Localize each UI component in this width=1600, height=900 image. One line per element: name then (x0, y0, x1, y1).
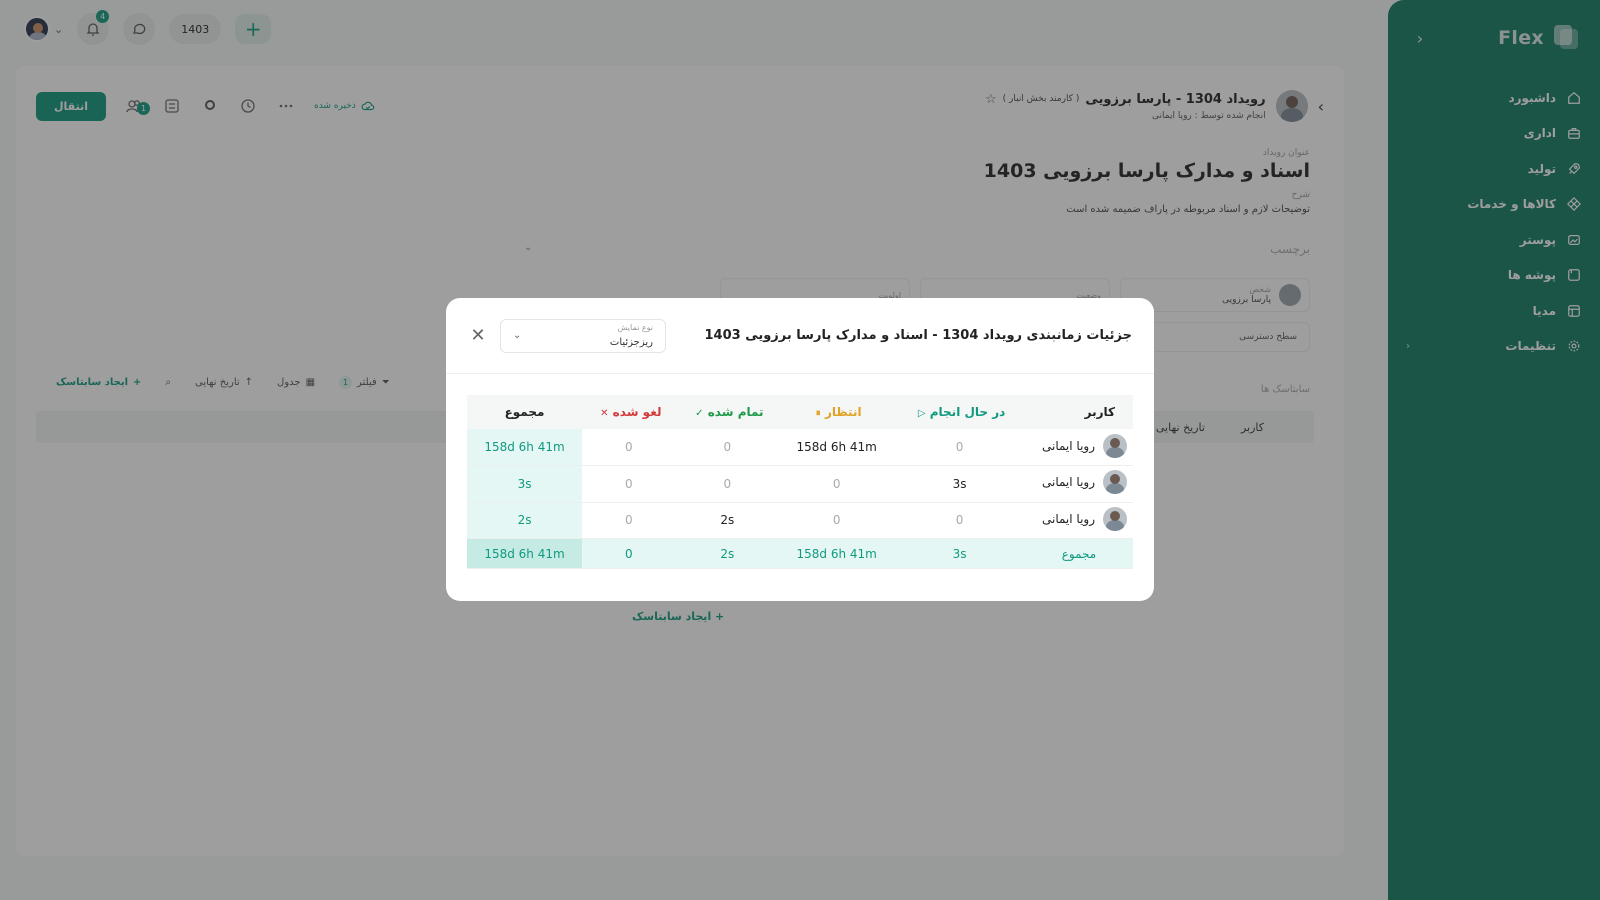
col-done-label: تمام شده (707, 405, 764, 419)
check-icon: ✓ (695, 408, 704, 419)
table-header-row: کاربر در حال انجام ▷ انتظار ⏸ تمام شده ✓… (467, 395, 1133, 429)
row-user-name: رویا ایمانی (1041, 438, 1095, 453)
col-in-progress-label: در حال انجام (929, 405, 1006, 419)
table-row: رویا ایمانی 0 0 2s 0 2s (467, 502, 1133, 539)
avatar (1103, 433, 1127, 458)
sum-label: مجموع (1025, 538, 1133, 569)
cell-total: 158d 6h 41m (467, 429, 583, 466)
col-done: تمام شده ✓ (675, 395, 780, 429)
cell-cancelled: 0 (582, 502, 676, 539)
sum-waiting: 158d 6h 41m (779, 538, 895, 569)
row-user: رویا ایمانی (1025, 502, 1133, 539)
cell-waiting: 0 (779, 502, 895, 539)
view-type-value: ریزجزئیات (609, 337, 653, 348)
sum-cancelled: 0 (582, 538, 676, 569)
table-sum-row: مجموع 3s 158d 6h 41m 2s 0 158d 6h 41m (467, 538, 1133, 569)
cell-waiting: 0 (779, 465, 895, 503)
cell-in-progress: 3s (894, 465, 1025, 503)
col-waiting-label: انتظار (824, 405, 862, 419)
row-user-name: رویا ایمانی (1041, 511, 1095, 526)
col-cancelled-label: لغو شده (612, 405, 662, 419)
cell-done: 2s (675, 502, 780, 539)
cell-total: 2s (467, 502, 583, 539)
view-type-label: نوع نمایش (617, 323, 653, 332)
col-cancelled: لغو شده ✕ (582, 395, 676, 429)
avatar (1103, 506, 1127, 531)
table-row: رویا ایمانی 0 158d 6h 41m 0 0 158d 6h 41m (467, 429, 1133, 466)
row-user: رویا ایمانی (1025, 465, 1133, 503)
cell-in-progress: 0 (894, 502, 1025, 539)
cell-cancelled: 0 (582, 465, 676, 503)
col-user: کاربر (1025, 395, 1133, 429)
view-type-select[interactable]: ⌄ نوع نمایش ریزجزئیات (500, 318, 666, 353)
x-icon: ✕ (600, 408, 609, 419)
cell-in-progress: 0 (894, 429, 1025, 466)
table-row: رویا ایمانی 3s 0 0 0 3s (467, 465, 1133, 503)
col-total: مجموع (467, 395, 583, 429)
schedule-details-modal: ✕ ⌄ نوع نمایش ریزجزئیات جزئیات زمانبندی … (446, 298, 1154, 601)
cell-total: 3s (467, 465, 583, 503)
chevron-down-icon: ⌄ (513, 330, 522, 341)
sum-done: 2s (675, 538, 780, 569)
col-waiting: انتظار ⏸ (779, 395, 895, 429)
sum-total: 158d 6h 41m (467, 538, 583, 569)
modal-title: جزئیات زمانبندی رویداد 1304 - اسناد و مد… (704, 328, 1132, 343)
avatar (1103, 470, 1127, 495)
cell-done: 0 (675, 429, 780, 466)
sum-in-progress: 3s (894, 538, 1025, 569)
cell-done: 0 (675, 465, 780, 503)
pause-icon: ⏸ (815, 408, 821, 419)
schedule-table: کاربر در حال انجام ▷ انتظار ⏸ تمام شده ✓… (467, 395, 1133, 569)
close-icon[interactable]: ✕ (468, 325, 488, 346)
play-icon: ▷ (917, 408, 926, 419)
cell-cancelled: 0 (582, 429, 676, 466)
cell-waiting: 158d 6h 41m (779, 429, 895, 466)
col-in-progress: در حال انجام ▷ (894, 395, 1025, 429)
row-user-name: رویا ایمانی (1041, 475, 1095, 490)
row-user: رویا ایمانی (1025, 429, 1133, 466)
